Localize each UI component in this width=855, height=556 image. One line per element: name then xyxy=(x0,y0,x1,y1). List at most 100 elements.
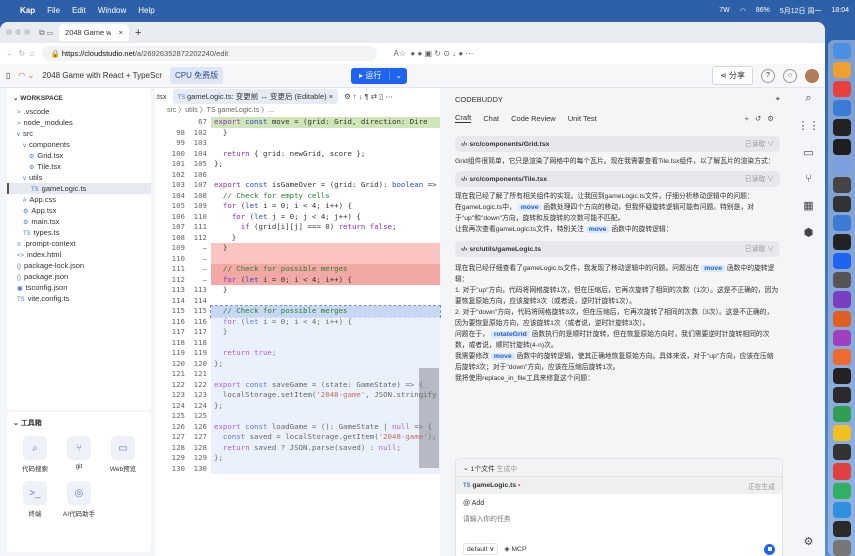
browser-tab[interactable]: 2048 Game with React + TypeScr × xyxy=(59,24,130,41)
code-line[interactable]: 103 107 export const isGameOver = (grid: G… xyxy=(155,180,440,191)
code-line[interactable]: 121 121 xyxy=(155,369,440,380)
code-line[interactable]: 128 128 return saved ? JSON.parse(saved) … xyxy=(155,442,440,453)
code-line[interactable]: 104 108 // Check for empty cells xyxy=(155,191,440,202)
pin-icon[interactable]: ⌖ xyxy=(776,94,780,104)
generation-header[interactable]: ⌄ 1个文件 生成中 xyxy=(456,459,782,477)
date[interactable]: 5月12日 周一 xyxy=(780,6,822,16)
run-button[interactable]: ▸ 运行 ⌄ xyxy=(351,67,408,84)
project-name[interactable]: 2048 Game with React + TypeScr xyxy=(42,71,162,80)
code-line[interactable]: 111 — // Check for possible merges xyxy=(155,264,440,275)
file-tree-item[interactable]: > node_modules xyxy=(7,117,151,128)
code-line[interactable]: 130 130 xyxy=(155,463,440,474)
file-tree-item[interactable]: ≡ .prompt-context xyxy=(7,238,151,249)
sidebar-toggle-icon[interactable]: ▯ xyxy=(6,71,10,80)
file-tree-item[interactable]: ⚙ Tile.tsx xyxy=(7,161,151,172)
file-tree-item[interactable]: > .vscode xyxy=(7,106,151,117)
toolbox-title[interactable]: ⌄ 工具箱 xyxy=(7,412,151,428)
workspace-title[interactable]: ⌄ WORKSPACE xyxy=(7,88,151,106)
code-line[interactable]: 124 124}; xyxy=(155,400,440,411)
file-tree-item[interactable]: # App.css xyxy=(7,194,151,205)
code-line[interactable]: 117 117 } xyxy=(155,327,440,338)
dock-app-icon[interactable] xyxy=(832,406,851,423)
mode-select[interactable]: default ∨ xyxy=(463,543,499,555)
dock-app-icon[interactable] xyxy=(832,138,851,155)
generating-file[interactable]: TS gameLogic.ts • 正在生成 xyxy=(456,477,782,494)
dock-app-icon[interactable] xyxy=(832,329,851,346)
code-line[interactable]: 118 118 xyxy=(155,337,440,348)
file-tree-item[interactable]: v src xyxy=(7,128,151,139)
dock-app-icon[interactable] xyxy=(832,348,851,365)
battery-status[interactable]: 86% xyxy=(756,7,770,14)
stop-button[interactable] xyxy=(764,543,775,555)
url-input[interactable]: 🔒 https://cloudstudio.net/a/269263528722… xyxy=(42,46,378,61)
dock-app-icon[interactable] xyxy=(832,62,851,79)
dock-app-icon[interactable] xyxy=(832,520,851,537)
code-line[interactable]: 120 120}; xyxy=(155,358,440,369)
code-line[interactable]: 110 — xyxy=(155,253,440,264)
dock-app-icon[interactable] xyxy=(832,234,851,251)
tab-gamelogic-diff[interactable]: TS gameLogic.ts: 变更前 ↔ 变更后 (Editable) × xyxy=(172,88,339,104)
time[interactable]: 18:04 xyxy=(831,7,849,14)
code-line[interactable]: 67 export const move = (grid: Grid, direc… xyxy=(155,117,440,128)
file-tree-item[interactable]: v components xyxy=(7,139,151,150)
dock-app-icon[interactable] xyxy=(832,43,851,60)
help-icon[interactable]: ? xyxy=(761,68,775,83)
avatar[interactable] xyxy=(805,68,819,83)
breadcrumb[interactable]: src 〉utils 〉TS gameLogic.ts 〉... xyxy=(155,104,440,117)
dock-app-icon[interactable] xyxy=(832,81,851,98)
tab-chat[interactable]: Chat xyxy=(483,114,499,123)
tool-2[interactable]: ▭ Web预览 xyxy=(101,436,145,473)
logo-icon[interactable]: ◠ ⌄ xyxy=(18,71,34,80)
file-card[interactable]: ‹/› src/components/Grid.tsx 已读取 ∨ xyxy=(455,136,780,152)
editor-actions[interactable]: ⚙ ↑ ↓ ¶ ⇄ ▯ ⋯ xyxy=(344,92,393,101)
code-line[interactable]: 127 127 const saved = localStorage.getIte… xyxy=(155,432,440,443)
code-line[interactable]: 112 — for (let i = 0; i < 4; i++) { xyxy=(155,274,440,285)
file-tree-item[interactable]: TS types.ts xyxy=(7,227,151,238)
menu-app[interactable]: Kap xyxy=(20,6,35,15)
dock-app-icon[interactable] xyxy=(832,310,851,327)
code-line[interactable]: 108 112 } xyxy=(155,233,440,244)
file-tree-item[interactable]: ⚙ Grid.tsx xyxy=(7,150,151,161)
dock-app-icon[interactable] xyxy=(832,195,851,212)
tool-4[interactable]: ◎ AI代码助手 xyxy=(57,481,101,518)
dock-app-icon[interactable] xyxy=(832,444,851,461)
code-line[interactable]: 123 123 localStorage.setItem('2048-game',… xyxy=(155,390,440,401)
tab-code-review[interactable]: Code Review xyxy=(511,114,556,123)
extension-icons[interactable]: A☆ ● ● ▣ ↻ ⊙ ↓ ● ⋯ xyxy=(393,49,473,58)
file-card[interactable]: ‹/› src/components/Tile.tsx 已读取 ∨ xyxy=(455,171,780,187)
window-controls[interactable] xyxy=(6,28,33,37)
chat-icon[interactable]: ○ xyxy=(783,68,797,83)
dock-app-icon[interactable] xyxy=(832,253,851,270)
code-line[interactable]: 99 103 xyxy=(155,138,440,149)
chevron-down-icon[interactable]: ⌄ xyxy=(389,71,407,80)
dock-app-icon[interactable] xyxy=(832,367,851,384)
dock-app-icon[interactable] xyxy=(832,176,851,193)
code-line[interactable]: 105 109 for (let i = 0; i < 4; i++) { xyxy=(155,201,440,212)
file-tree-item[interactable]: v utils xyxy=(7,172,151,183)
code-line[interactable]: 125 125 xyxy=(155,411,440,422)
dock-app-icon[interactable] xyxy=(832,291,851,308)
code-line[interactable]: 129 129}; xyxy=(155,453,440,464)
dock-app-icon[interactable] xyxy=(832,386,851,404)
cpu-badge[interactable]: CPU 免费版 xyxy=(170,67,224,84)
new-tab-icon[interactable]: + xyxy=(135,27,141,39)
mcp-button[interactable]: ◈ MCP xyxy=(504,545,526,553)
code-line[interactable]: 100 104 return { grid: newGrid, score }; xyxy=(155,149,440,160)
tool-0[interactable]: ⌕ 代码搜索 xyxy=(13,436,57,473)
dock-app-icon[interactable] xyxy=(832,539,851,556)
code-line[interactable]: 114 114 xyxy=(155,296,440,307)
tool-3[interactable]: >_ 终端 xyxy=(13,481,57,518)
dock-app-icon[interactable] xyxy=(832,482,851,499)
file-tree-item[interactable]: ▣ tsconfig.json xyxy=(7,282,151,293)
code-line[interactable]: 116 116 for (let i = 0; i < 4; i++) { xyxy=(155,316,440,327)
code-line[interactable]: 126 126 export const loadGame = (): GameSt… xyxy=(155,421,440,432)
file-tree-item[interactable]: <> index.html xyxy=(7,249,151,260)
dock-app-icon[interactable] xyxy=(832,425,851,442)
code-line[interactable]: 122 122 export const saveGame = (state: Ga… xyxy=(155,379,440,390)
search-icon[interactable]: ⌕ xyxy=(805,92,811,105)
file-tree-item[interactable]: TS vite.config.ts xyxy=(7,293,151,304)
panel-actions[interactable]: +↺⚙ xyxy=(745,114,780,123)
file-tree-item[interactable]: ⚙ App.tsx xyxy=(7,205,151,216)
dock-app-icon[interactable] xyxy=(832,272,851,289)
dock-app-icon[interactable] xyxy=(832,119,851,136)
